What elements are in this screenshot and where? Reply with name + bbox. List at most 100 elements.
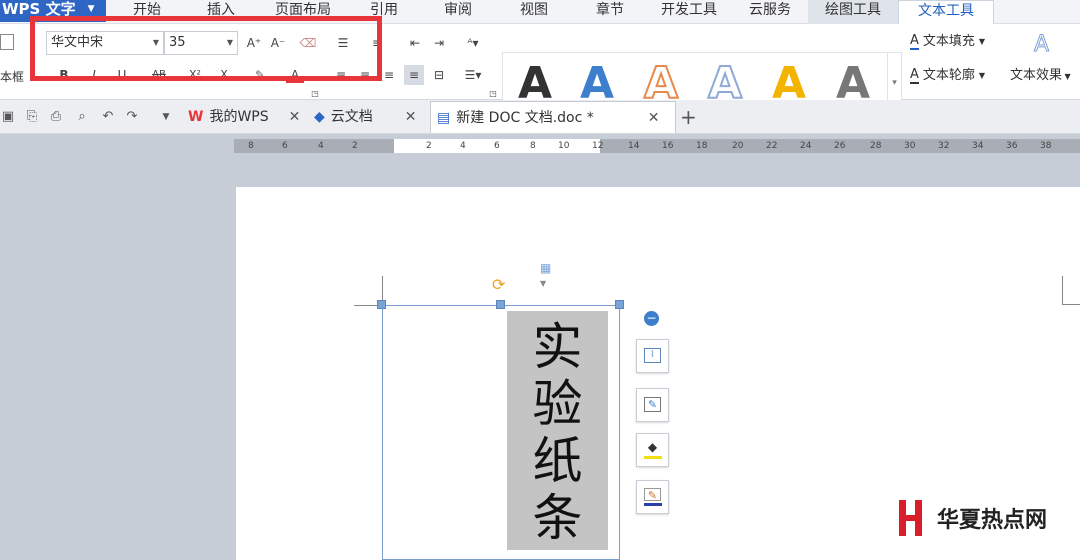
close-icon[interactable]: ✕ bbox=[405, 101, 417, 133]
text-outline-button[interactable]: A 文本轮廓 ▼ bbox=[910, 68, 985, 84]
line-spacing-icon[interactable]: ☰▾ bbox=[458, 65, 488, 85]
pen-edit-icon: ✎ bbox=[644, 397, 661, 412]
highlight-pen-icon[interactable]: ✎ bbox=[250, 65, 270, 85]
close-icon[interactable]: ✕ bbox=[648, 102, 660, 133]
clear-format-icon[interactable]: ⌫ bbox=[298, 33, 318, 53]
image-layout-icon: ⌇ bbox=[644, 348, 661, 363]
collapse-icon[interactable]: − bbox=[644, 311, 659, 326]
ruler-tick: 6 bbox=[494, 141, 500, 151]
ruler-tick: 16 bbox=[662, 141, 674, 151]
font-color-button[interactable]: A bbox=[286, 65, 304, 83]
decrease-indent-icon[interactable]: ⇤ bbox=[406, 33, 424, 53]
new-tab-button[interactable]: + bbox=[680, 101, 700, 133]
fill-color-button[interactable]: ◆ bbox=[636, 433, 669, 467]
ruler-tick: 4 bbox=[318, 141, 324, 151]
italic-button[interactable]: I bbox=[86, 65, 102, 85]
text-direction-icon[interactable]: ᴬ▾ bbox=[458, 33, 488, 53]
print-icon[interactable]: ⎙ bbox=[48, 108, 64, 126]
tab-home[interactable]: 开始 bbox=[118, 0, 176, 24]
vertical-text-char: 验 bbox=[532, 375, 583, 433]
vertical-text-char: 实 bbox=[532, 318, 583, 376]
tab-page-layout[interactable]: 页面布局 bbox=[264, 0, 342, 24]
ruler-tick: 24 bbox=[800, 141, 812, 151]
numbered-list-icon[interactable]: ≡ bbox=[366, 33, 388, 53]
undo-icon[interactable]: ↶ bbox=[100, 108, 116, 126]
align-right-icon[interactable]: ≡ bbox=[382, 65, 396, 85]
text-effect-label: 文本效果 bbox=[1010, 68, 1063, 83]
text-outline-icon: A bbox=[910, 67, 919, 84]
chevron-down-icon: ▼ bbox=[87, 4, 95, 14]
tab-current-document[interactable]: ▤ 新建 DOC 文档.doc * ✕ bbox=[430, 101, 676, 133]
tab-my-wps[interactable]: W 我的WPS ✕ bbox=[184, 101, 306, 133]
bold-button[interactable]: B bbox=[56, 65, 72, 85]
redo-icon[interactable]: ↷ bbox=[124, 108, 140, 126]
save-icon[interactable]: ▣ bbox=[0, 108, 16, 126]
tab-cloud-service[interactable]: 云服务 bbox=[740, 0, 800, 24]
tab-cloud-docs-label: 云文档 bbox=[330, 109, 373, 125]
tab-chapter[interactable]: 章节 bbox=[582, 0, 638, 24]
outline-color-swatch bbox=[643, 503, 662, 506]
tab-drawing-tools[interactable]: 绘图工具 bbox=[808, 0, 898, 24]
ruler-tick: 38 bbox=[1040, 141, 1052, 151]
increase-indent-icon[interactable]: ⇥ bbox=[430, 33, 448, 53]
tab-developer[interactable]: 开发工具 bbox=[652, 0, 726, 24]
ruler-tick: 10 bbox=[558, 141, 570, 151]
ruler-tick: 4 bbox=[460, 141, 466, 151]
align-left-icon[interactable]: ≡ bbox=[334, 65, 348, 85]
textbox-label: 本框 bbox=[0, 70, 25, 84]
tab-references[interactable]: 引用 bbox=[356, 0, 412, 24]
ruler-tick: 2 bbox=[352, 141, 358, 151]
ruler-tick: 22 bbox=[766, 141, 778, 151]
distribute-icon[interactable]: ⊟ bbox=[430, 65, 448, 85]
text-effect-button[interactable]: 文本效果 ▼ bbox=[1010, 68, 1071, 85]
print-preview-icon[interactable]: ⌕ bbox=[74, 108, 90, 126]
subscript-button[interactable]: X bbox=[216, 65, 232, 85]
text-effect-icon[interactable]: A bbox=[1033, 32, 1049, 58]
export-pdf-icon[interactable]: ⎘ bbox=[24, 108, 40, 126]
pencil-icon: ✎ bbox=[644, 488, 661, 502]
grow-font-button[interactable]: A⁺ bbox=[244, 33, 264, 53]
vertical-text-content[interactable]: 实 验 纸 条 bbox=[507, 311, 608, 550]
tab-insert[interactable]: 插入 bbox=[192, 0, 250, 24]
tab-current-document-label: 新建 DOC 文档.doc * bbox=[456, 110, 594, 126]
strikethrough-button[interactable]: AB bbox=[148, 65, 170, 85]
chevron-down-icon: ▼ bbox=[978, 71, 986, 80]
vertical-text-char: 纸 bbox=[532, 432, 583, 490]
textbox-icon[interactable] bbox=[0, 34, 14, 50]
underline-button[interactable]: U bbox=[114, 65, 130, 85]
ribbon: 本框 华文中宋 ▼ 35 ▼ A⁺ A⁻ ⌫ B I U AB X² X ✎ A… bbox=[0, 24, 1080, 114]
layout-options-icon[interactable]: ▦ ▼ bbox=[540, 261, 560, 288]
layout-option-button[interactable]: ⌇ bbox=[636, 339, 669, 373]
close-icon[interactable]: ✕ bbox=[289, 101, 301, 133]
justify-icon[interactable]: ≡ bbox=[404, 65, 424, 85]
rotate-handle-icon[interactable]: ⟳ bbox=[492, 276, 510, 294]
align-center-icon[interactable]: ≡ bbox=[358, 65, 372, 85]
ruler-tick: 20 bbox=[732, 141, 744, 151]
text-fill-icon: A bbox=[910, 33, 919, 50]
outline-color-button[interactable]: ✎ bbox=[636, 480, 669, 514]
superscript-button[interactable]: X² bbox=[186, 65, 204, 85]
bullet-list-icon[interactable]: ☰ bbox=[332, 33, 354, 53]
menu-bar: WPS 文字 ▼ 开始 插入 页面布局 引用 审阅 视图 章节 开发工具 云服务… bbox=[0, 0, 1080, 24]
paint-bucket-icon: ◆ bbox=[647, 440, 658, 454]
resize-handle[interactable] bbox=[496, 300, 505, 309]
ruler-tick: 12 bbox=[592, 141, 604, 151]
tab-text-tools[interactable]: 文本工具 bbox=[898, 0, 994, 24]
tab-view[interactable]: 视图 bbox=[506, 0, 562, 24]
customize-toolbar-icon[interactable]: ▼ bbox=[158, 108, 174, 126]
font-size-select[interactable]: 35 ▼ bbox=[164, 31, 238, 55]
tab-cloud-docs[interactable]: ◆ 云文档 ✕ bbox=[312, 101, 428, 133]
shrink-font-button[interactable]: A⁻ bbox=[268, 33, 288, 53]
horizontal-ruler[interactable]: 8 6 4 2 2 4 6 8 10 12 14 16 18 20 22 24 … bbox=[234, 139, 1080, 153]
font-name-select[interactable]: 华文中宋 ▼ bbox=[46, 31, 164, 55]
tab-review[interactable]: 审阅 bbox=[430, 0, 486, 24]
text-fill-button[interactable]: A 文本填充 ▼ bbox=[910, 34, 985, 50]
resize-handle[interactable] bbox=[377, 300, 386, 309]
wps-app-menu-button[interactable]: WPS 文字 ▼ bbox=[0, 0, 106, 22]
ruler-tick: 26 bbox=[834, 141, 846, 151]
edit-shape-button[interactable]: ✎ bbox=[636, 388, 669, 422]
wps-logo-icon: W bbox=[188, 109, 204, 125]
resize-handle[interactable] bbox=[615, 300, 624, 309]
chevron-down-icon: ▼ bbox=[978, 37, 986, 46]
margin-marker bbox=[1062, 276, 1063, 305]
